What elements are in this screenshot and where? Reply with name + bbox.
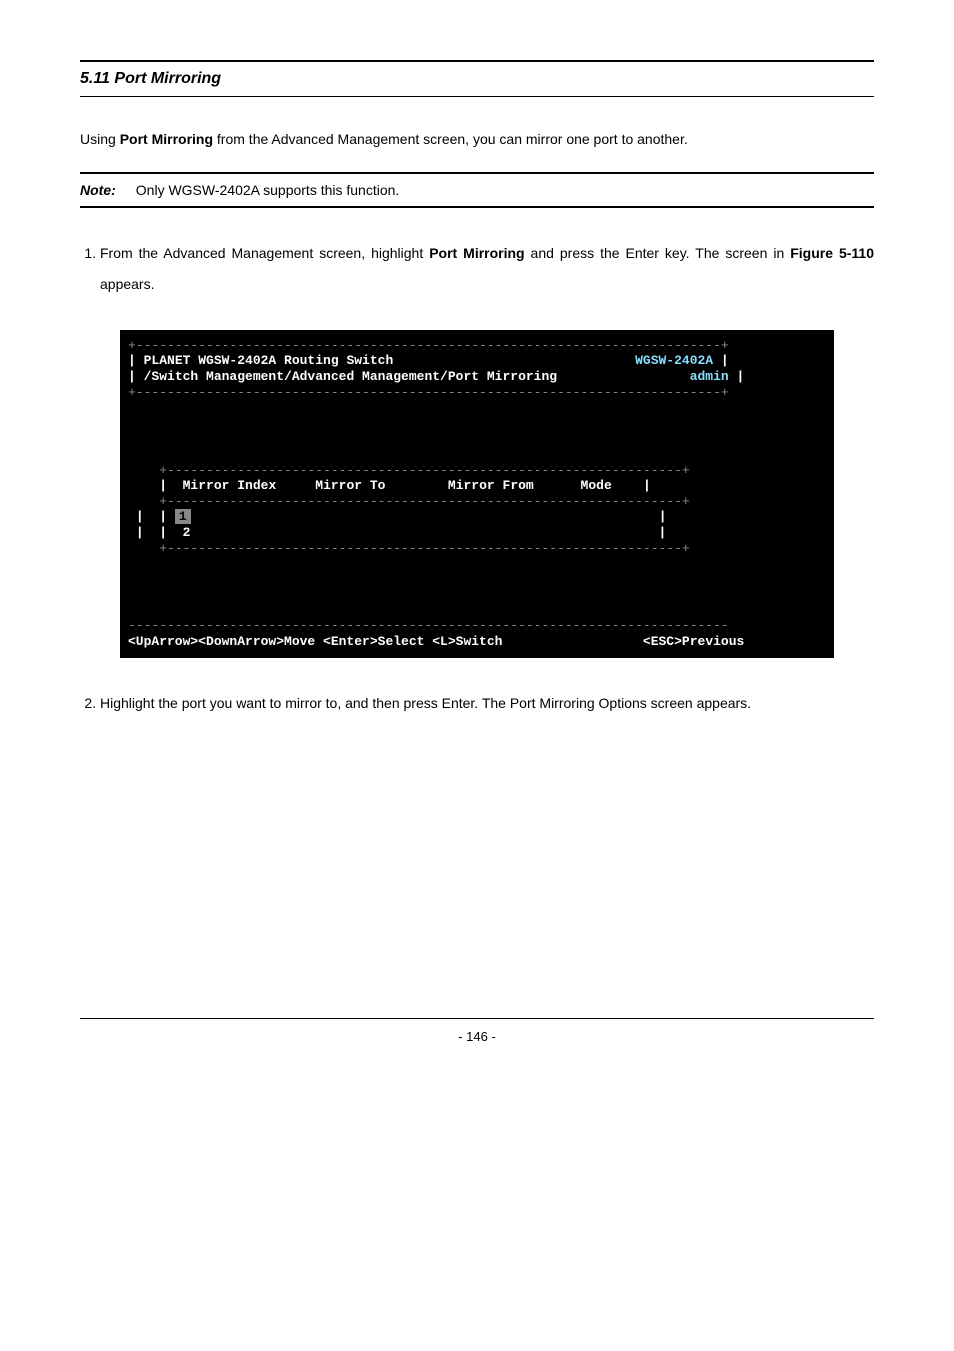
step2-text: Highlight the port you want to mirror to… <box>100 695 751 711</box>
terminal-row2: 2 <box>183 525 191 540</box>
intro-bold: Port Mirroring <box>120 131 213 147</box>
step1-suffix: appears. <box>100 276 154 292</box>
terminal-title-right: WGSW-2402A <box>635 353 713 368</box>
intro-suffix: from the Advanced Management screen, you… <box>213 131 688 147</box>
note-box: Note: Only WGSW-2402A supports this func… <box>80 172 874 208</box>
step1-middle: and press the Enter key. The screen in <box>525 245 791 261</box>
terminal-col1: Mirror Index <box>183 478 277 493</box>
intro-paragraph: Using Port Mirroring from the Advanced M… <box>80 127 874 152</box>
terminal-title-left: PLANET WGSW-2402A Routing Switch <box>144 353 394 368</box>
step1-prefix: From the Advanced Management screen, hig… <box>100 245 429 261</box>
terminal-footer-right: <ESC>Previous <box>643 634 744 649</box>
steps-list: From the Advanced Management screen, hig… <box>80 238 874 300</box>
terminal-col2: Mirror To <box>315 478 385 493</box>
section-title: 5.11 Port Mirroring <box>80 70 221 87</box>
step-2: Highlight the port you want to mirror to… <box>100 688 874 719</box>
terminal-footer-left: <UpArrow><DownArrow>Move <Enter>Select <… <box>128 634 502 649</box>
terminal-col4: Mode <box>581 478 612 493</box>
terminal-admin: admin <box>690 369 729 384</box>
page-number: - 146 - <box>458 1029 496 1044</box>
terminal-row1-highlighted: 1 <box>175 509 191 524</box>
terminal-col3: Mirror From <box>448 478 534 493</box>
note-label: Note: <box>80 182 116 198</box>
step-1: From the Advanced Management screen, hig… <box>100 238 874 300</box>
intro-prefix: Using <box>80 131 120 147</box>
step1-bold1: Port Mirroring <box>429 245 524 261</box>
section-header: 5.11 Port Mirroring <box>80 60 874 97</box>
terminal-screenshot: +---------------------------------------… <box>120 330 834 658</box>
steps-list-2: Highlight the port you want to mirror to… <box>80 688 874 719</box>
note-text: Only WGSW-2402A supports this function. <box>136 182 400 198</box>
step1-bold2: Figure 5-110 <box>790 245 874 261</box>
page-footer: - 146 - <box>80 1018 874 1044</box>
terminal-path: /Switch Management/Advanced Management/P… <box>144 369 557 384</box>
